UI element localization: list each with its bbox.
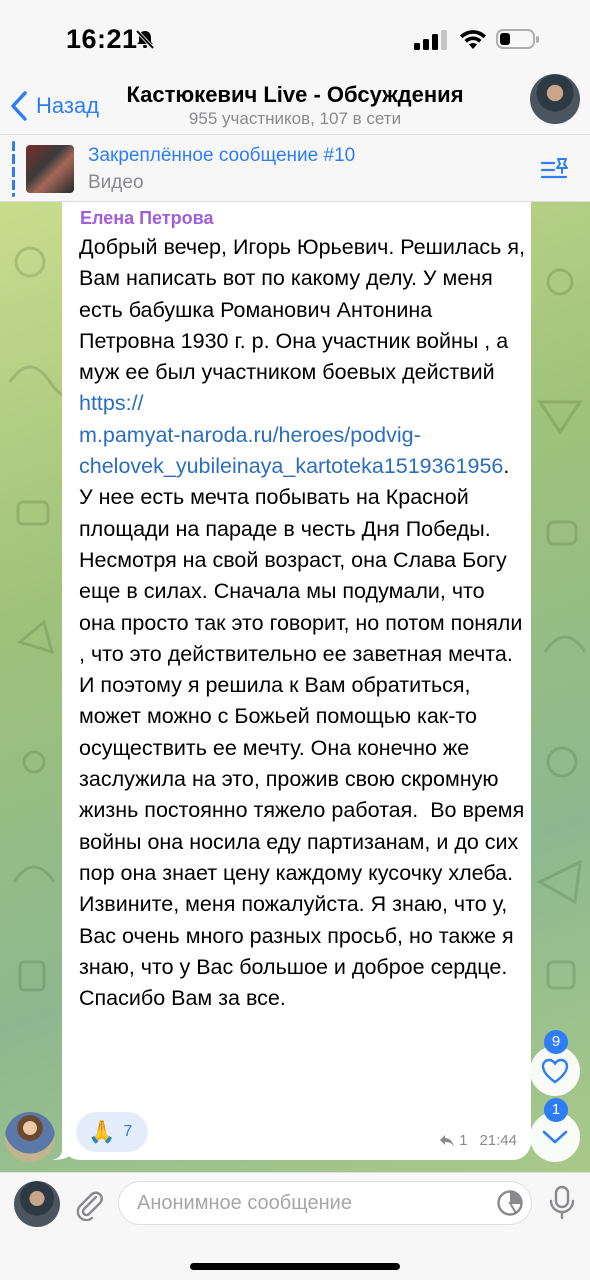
home-indicator (190, 1263, 400, 1270)
composer-bar (0, 1172, 590, 1280)
heart-icon (541, 1058, 569, 1084)
chat-background: Елена Петрова Добрый вечер, Игорь Юрьеви… (0, 202, 590, 1172)
message-meta: 1 21:44 (439, 1132, 517, 1149)
message-body-start: Добрый вечер, Игорь Юрьевич. Решилась я,… (79, 235, 531, 385)
cellular-signal-icon (414, 30, 447, 50)
status-time: 16:21 (66, 24, 138, 54)
message-input[interactable] (118, 1181, 532, 1225)
reply-icon (440, 1134, 455, 1147)
sender-avatar[interactable] (5, 1112, 55, 1162)
sticker-icon[interactable] (496, 1189, 524, 1217)
send-as-avatar[interactable] (14, 1181, 60, 1227)
reaction-chip[interactable]: 🙏 7 (76, 1112, 148, 1152)
message-time: 21:44 (479, 1132, 517, 1149)
chevron-down-icon (542, 1130, 568, 1144)
wifi-icon (460, 30, 486, 49)
battery-icon (496, 29, 539, 49)
sender-name[interactable]: Елена Петрова (80, 208, 213, 229)
pinned-list-icon[interactable] (540, 155, 570, 183)
message-link[interactable]: https:// m.pamyat-naroda.ru/heroes/podvi… (79, 391, 503, 478)
reactions-badge: 9 (544, 1030, 568, 1054)
pinned-message-bar[interactable]: Закреплённое сообщение #10 Видео (0, 134, 590, 202)
pinned-video-thumbnail (26, 145, 74, 193)
paperclip-icon[interactable] (72, 1187, 106, 1221)
message-text: Добрый вечер, Игорь Юрьевич. Решилась я,… (79, 232, 525, 1014)
pinned-indicator (12, 141, 15, 197)
message-body-end: . У нее есть мечта побывать на Красной п… (79, 454, 525, 1011)
bubble-tail (52, 1138, 72, 1160)
pinned-title: Закреплённое сообщение #10 (88, 145, 356, 166)
reply-count[interactable]: 1 (459, 1132, 467, 1149)
chat-header: Назад Кастюкевич Live - Обсуждения 955 у… (0, 74, 590, 134)
chat-subtitle: 955 участников, 107 в сети (188, 109, 402, 128)
chat-title[interactable]: Кастюкевич Live - Обсуждения (0, 82, 590, 108)
praying-hands-icon: 🙏 (88, 1119, 116, 1144)
message-bubble[interactable]: Елена Петрова Добрый вечер, Игорь Юрьеви… (62, 202, 531, 1160)
reaction-count: 7 (123, 1123, 133, 1140)
bell-muted-icon (135, 29, 155, 50)
status-bar: 16:21 (0, 0, 590, 76)
microphone-icon[interactable] (548, 1185, 576, 1221)
chat-avatar[interactable] (530, 74, 580, 124)
unread-badge: 1 (544, 1098, 568, 1122)
pinned-subtitle: Видео (88, 172, 144, 193)
